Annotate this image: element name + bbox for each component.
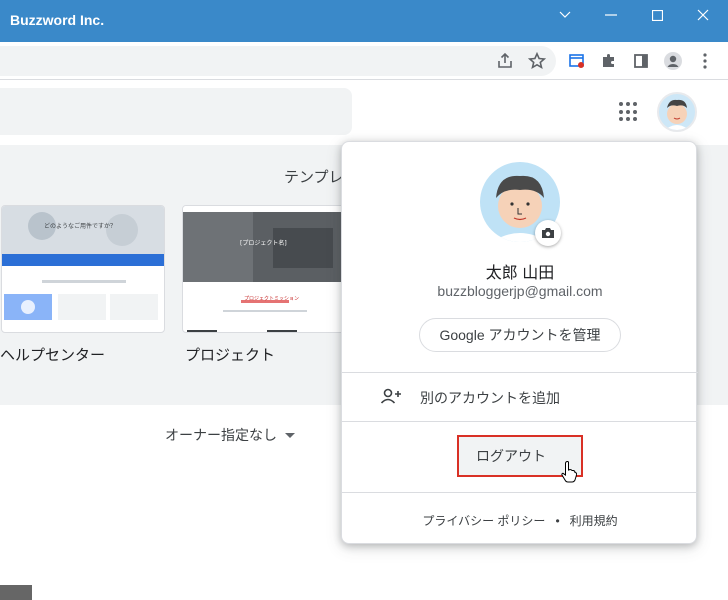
thumb-headline-project: [プロジェクト名] [240,240,287,247]
terms-link[interactable]: 利用規約 [570,514,618,528]
account-avatar-button[interactable] [657,92,697,132]
apps-grid-icon[interactable] [619,102,639,122]
owner-filter-dropdown[interactable]: オーナー指定なし [165,425,295,445]
window-title: Buzzword Inc. [10,12,105,28]
account-name: 太郎 山田 [485,265,555,282]
camera-icon[interactable] [535,220,561,246]
bottom-left-block [0,585,32,600]
kebab-menu-icon[interactable] [694,50,716,72]
manage-account-button[interactable]: Google アカウントを管理 [419,318,621,352]
template-gallery-heading: テンプレ [284,169,344,186]
extension-page-icon[interactable] [566,50,588,72]
maximize-icon[interactable] [634,0,680,30]
add-person-icon [380,387,402,409]
minimize-icon[interactable] [588,0,634,30]
thumb-sub-project: プロジェクトミッション [244,296,300,302]
chevron-down-icon[interactable] [542,0,588,30]
star-icon[interactable] [526,50,548,72]
side-panel-icon[interactable] [630,50,652,72]
template-label-project[interactable]: プロジェクト [185,344,275,365]
puzzle-icon[interactable] [598,50,620,72]
address-bar[interactable] [0,46,556,76]
profile-icon[interactable] [662,50,684,72]
account-popup: 太郎 山田 buzzbloggerjp@gmail.com Google アカウ… [341,141,698,544]
add-account-button[interactable]: 別のアカウントを追加 [342,373,698,421]
share-icon[interactable] [494,50,516,72]
dropdown-caret-icon [285,432,295,438]
divider [342,421,698,422]
account-email: buzzbloggerjp@gmail.com [437,283,603,299]
close-icon[interactable] [680,0,726,30]
browser-toolbar [0,42,728,80]
hand-cursor-icon [561,461,578,487]
thumb-headline-help: どのようなご用件ですか？ [44,223,117,230]
privacy-policy-link[interactable]: プライバシー ポリシー [422,514,545,528]
footer-links: プライバシー ポリシー • 利用規約 [342,512,698,529]
template-thumbnail-project[interactable] [182,205,346,333]
title-bar: Buzzword Inc. [0,0,728,42]
owner-filter-label: オーナー指定なし [165,427,277,443]
divider [342,492,698,493]
search-bar[interactable] [0,88,352,135]
add-account-label: 別のアカウントを追加 [420,390,560,406]
footer-separator: • [555,514,560,528]
template-label-help-center[interactable]: ヘルプセンター [0,344,105,365]
